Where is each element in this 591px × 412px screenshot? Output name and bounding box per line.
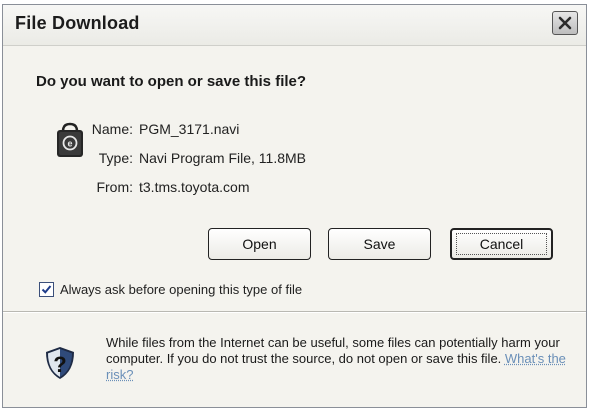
file-type-label: Type: — [98, 150, 133, 166]
cancel-button[interactable]: Cancel — [450, 228, 553, 260]
close-x-icon — [558, 16, 572, 30]
save-button[interactable]: Save — [328, 228, 431, 260]
file-download-dialog: File Download Do you want to open or sav… — [2, 4, 587, 408]
svg-text:?: ? — [53, 352, 66, 377]
dialog-title: File Download — [15, 13, 140, 33]
file-type-value: Navi Program File, 11.8MB — [139, 150, 307, 166]
file-source-label: From: — [96, 179, 133, 195]
title-bar[interactable]: File Download — [3, 5, 586, 46]
close-button[interactable] — [552, 11, 578, 35]
separator — [3, 311, 586, 313]
security-warning: While files from the Internet can be use… — [106, 335, 566, 383]
file-name-label: Name: — [91, 121, 133, 137]
always-ask-checkbox[interactable] — [39, 282, 54, 297]
svg-text:e: e — [67, 139, 72, 149]
download-question: Do you want to open or save this file? — [36, 73, 307, 90]
checkmark-icon — [41, 285, 52, 294]
always-ask-label: Always ask before opening this type of f… — [60, 282, 303, 297]
cancel-button-label: Cancel — [479, 236, 524, 252]
file-name-value: PGM_3171.navi — [139, 121, 240, 137]
security-shield-question-icon: ? — [46, 347, 74, 379]
security-warning-text: While files from the Internet can be use… — [106, 335, 560, 366]
file-source-value: t3.tms.toyota.com — [139, 179, 250, 195]
open-button[interactable]: Open — [208, 228, 311, 260]
